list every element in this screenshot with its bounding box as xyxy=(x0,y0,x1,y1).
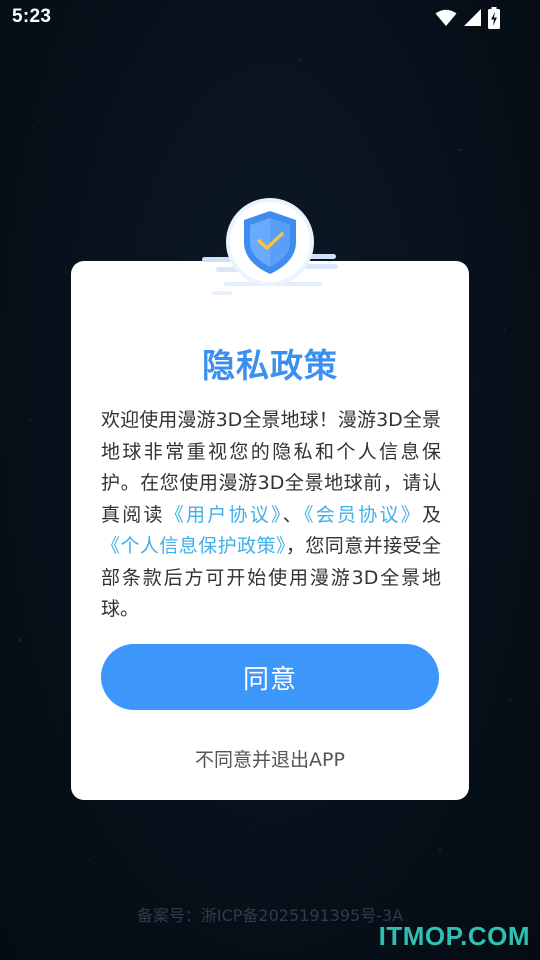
watermark-logo: ITMOP.COM xyxy=(378,921,530,951)
user-agreement-link[interactable]: 《用户协议》 xyxy=(165,504,283,526)
agree-button[interactable]: 同意 xyxy=(101,644,439,710)
status-icons xyxy=(435,6,500,30)
status-bar: 5:23 xyxy=(0,0,540,36)
member-agreement-link[interactable]: 《会员协议》 xyxy=(304,504,422,526)
wifi-icon xyxy=(435,9,457,26)
privacy-dialog: 隐私政策 欢迎使用漫游3D全景地球！漫游3D全景地球非常重视您的隐私和个人信息保… xyxy=(71,261,469,800)
disagree-exit-button[interactable]: 不同意并退出APP xyxy=(71,745,469,772)
privacy-policy-link[interactable]: 《个人信息保护政策》 xyxy=(101,535,286,557)
and-text: 及 xyxy=(421,503,441,526)
separator-text: 、 xyxy=(282,503,304,526)
dialog-title: 隐私政策 xyxy=(202,346,338,385)
cellular-signal-icon xyxy=(464,9,481,26)
shield-check-icon xyxy=(202,198,338,295)
status-time: 5:23 xyxy=(12,6,52,27)
battery-charging-icon xyxy=(488,7,500,29)
dialog-body: 欢迎使用漫游3D全景地球！漫游3D全景地球非常重视您的隐私和个人信息保护。在您使… xyxy=(101,405,441,626)
